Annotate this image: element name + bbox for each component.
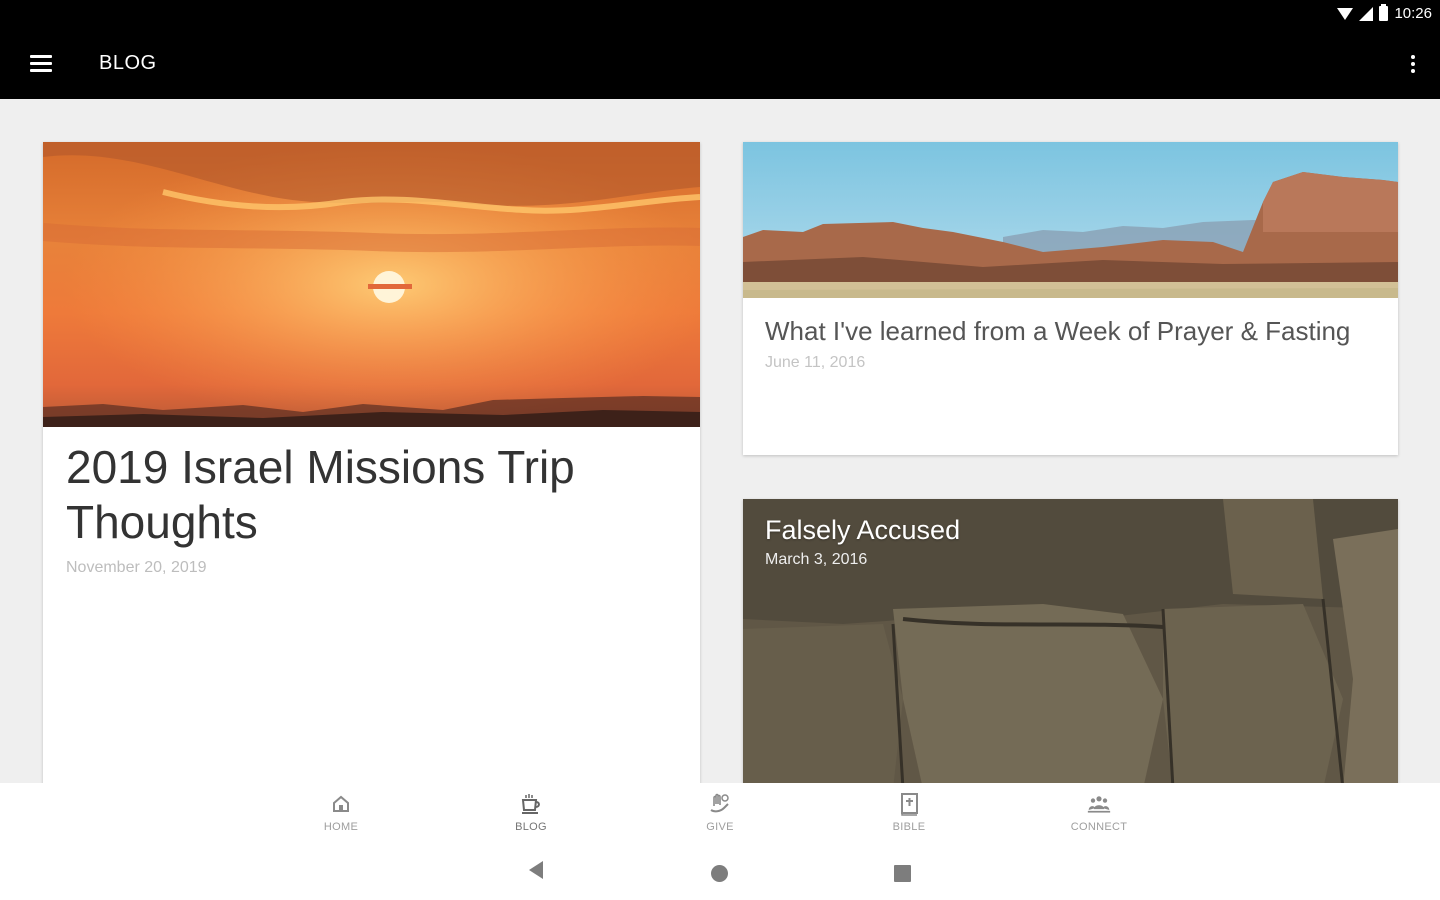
canyon-image [743, 142, 1398, 298]
post-title: Falsely Accused [765, 515, 961, 545]
post-title: 2019 Israel Missions Trip Thoughts [66, 441, 575, 548]
nav-label: BIBLE [892, 821, 926, 833]
home-icon [329, 791, 353, 817]
more-vert-icon[interactable] [1406, 50, 1420, 78]
post-card-prayer-fasting[interactable]: What I've learned from a Week of Prayer … [743, 142, 1398, 455]
wifi-icon [1337, 7, 1354, 20]
post-date: June 11, 2016 [765, 354, 866, 371]
status-bar: 10:26 [0, 0, 1440, 30]
bottom-navigation: HOME BLOG GIVE BIBLE CONNECT [0, 783, 1440, 841]
nav-label: GIVE [706, 821, 734, 833]
post-title: What I've learned from a Week of Prayer … [765, 316, 1351, 346]
status-time: 10:26 [1394, 5, 1432, 22]
status-icons: 10:26 [1337, 4, 1432, 22]
page-title: BLOG [99, 52, 157, 74]
give-hand-icon [708, 791, 732, 817]
post-card-israel[interactable]: 2019 Israel Missions Trip Thoughts Novem… [43, 142, 700, 792]
bible-icon [897, 791, 921, 817]
recents-square-icon[interactable] [894, 865, 911, 882]
nav-label: HOME [323, 821, 359, 833]
nav-label: CONNECT [1070, 821, 1128, 833]
nav-bible[interactable]: BIBLE [864, 791, 954, 839]
nav-blog[interactable]: BLOG [486, 791, 576, 839]
menu-icon[interactable] [22, 48, 60, 78]
nav-give[interactable]: GIVE [675, 791, 765, 839]
coffee-cup-icon [519, 791, 543, 817]
post-date: November 20, 2019 [66, 559, 207, 576]
sunset-image [43, 142, 700, 427]
nav-connect[interactable]: CONNECT [1054, 791, 1144, 839]
battery-icon [1379, 4, 1389, 21]
post-date: March 3, 2016 [765, 551, 868, 568]
home-circle-icon[interactable] [711, 865, 728, 882]
app-bar: BLOG [0, 30, 1440, 99]
nav-home[interactable]: HOME [296, 791, 386, 839]
system-navigation [0, 841, 1440, 900]
people-icon [1087, 791, 1111, 817]
back-icon[interactable] [529, 861, 543, 879]
nav-label: BLOG [515, 821, 547, 833]
signal-icon [1359, 6, 1374, 21]
post-card-falsely-accused[interactable]: Falsely Accused March 3, 2016 [743, 499, 1398, 789]
